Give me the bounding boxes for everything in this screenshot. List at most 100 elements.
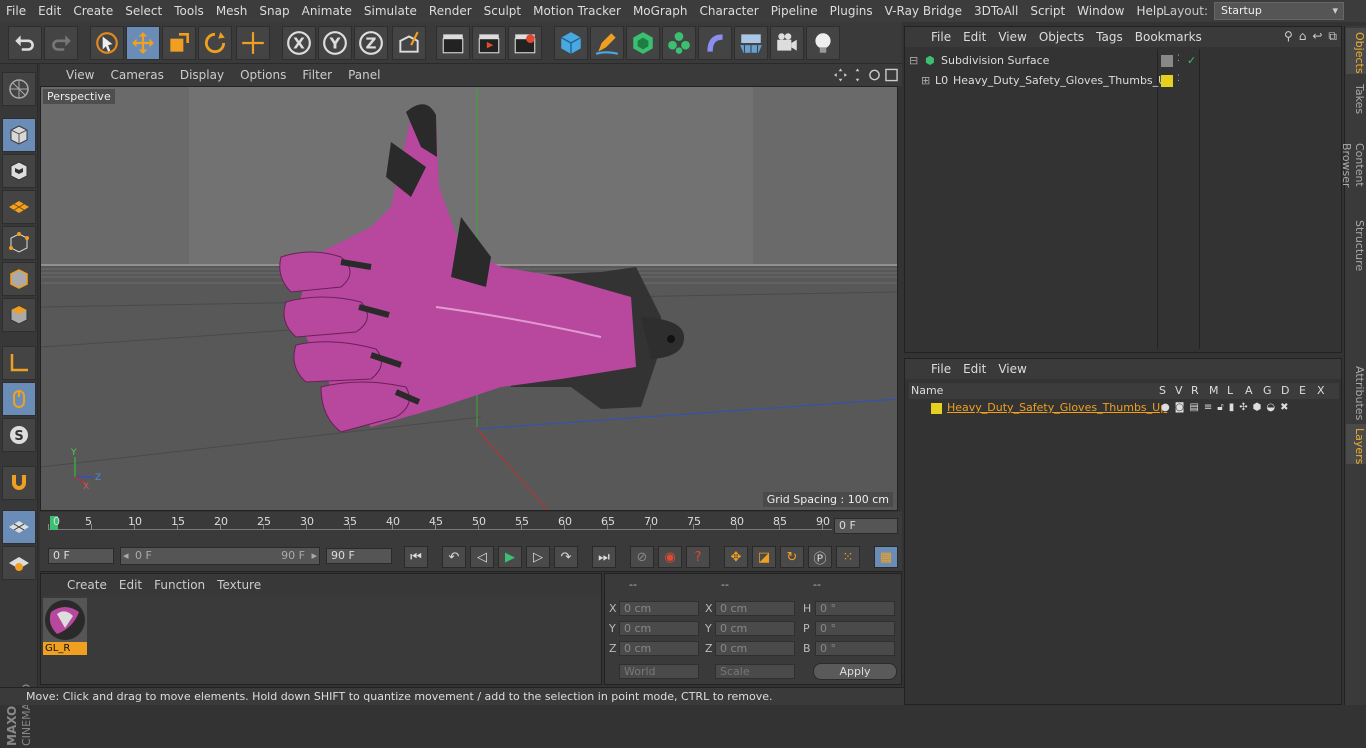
make-editable-button[interactable] xyxy=(2,72,36,106)
object-menu-view[interactable]: View xyxy=(992,30,1032,44)
generator-toggle-icon[interactable]: ✣ xyxy=(1239,399,1247,417)
layer-column-e[interactable]: E xyxy=(1299,384,1306,397)
home-icon[interactable]: ⌂ xyxy=(1299,29,1307,44)
tab-layers[interactable]: Layers xyxy=(1346,424,1366,464)
lock-workplane-button[interactable] xyxy=(2,510,36,544)
layer-menu-view[interactable]: View xyxy=(992,362,1032,376)
menu-mograph[interactable]: MoGraph xyxy=(627,0,694,22)
animation-toggle-icon[interactable]: ▮ xyxy=(1229,399,1235,417)
start-frame-field[interactable]: 0 F xyxy=(48,548,114,564)
size-mode-dropdown[interactable]: Scale xyxy=(715,664,795,679)
layer-column-s[interactable]: S xyxy=(1159,384,1166,397)
material-swatch[interactable]: GL_R xyxy=(43,598,87,656)
layer-row[interactable]: Heavy_Duty_Safety_Gloves_Thumbs_Up ● ◙ ▤… xyxy=(905,399,1341,417)
play-button[interactable]: ▶ xyxy=(498,546,522,568)
collapse-icon[interactable]: ⊟ xyxy=(909,52,918,70)
y-axis-button[interactable]: Y xyxy=(318,26,352,60)
menu-file[interactable]: File xyxy=(0,0,32,22)
redo-button[interactable] xyxy=(44,26,78,60)
visibility-dots-icon[interactable]: ⁚ xyxy=(1177,50,1180,68)
menu-pipeline[interactable]: Pipeline xyxy=(765,0,824,22)
enabled-check-icon[interactable]: ✓ xyxy=(1187,52,1196,70)
object-name[interactable]: Heavy_Duty_Safety_Gloves_Thumbs_Up xyxy=(953,72,1173,90)
edges-mode-button[interactable] xyxy=(2,262,36,296)
polygons-mode-button[interactable] xyxy=(2,298,36,332)
layer-menu-edit[interactable]: Edit xyxy=(957,362,992,376)
pos-y-field[interactable]: 0 cm xyxy=(619,621,699,636)
menu-create[interactable]: Create xyxy=(67,0,119,22)
key-parameter-button[interactable]: Ⓟ xyxy=(808,546,832,568)
rot-b-field[interactable]: 0 ° xyxy=(815,641,895,656)
object-menu-tags[interactable]: Tags xyxy=(1090,30,1129,44)
tab-objects[interactable]: Objects xyxy=(1346,28,1366,74)
model-mode-button[interactable] xyxy=(2,118,36,152)
tab-structure[interactable]: Structure xyxy=(1346,216,1366,272)
snap-button[interactable]: S xyxy=(2,418,36,452)
object-row-subdivision[interactable]: ⊟ ⬢ Subdivision Surface ⁚ ✓ xyxy=(905,52,1341,70)
layer-column-g[interactable]: G xyxy=(1263,384,1272,397)
layer-column-r[interactable]: R xyxy=(1191,384,1199,397)
menu-3dtoall[interactable]: 3DToAll xyxy=(968,0,1024,22)
viewport-menu-panel[interactable]: Panel xyxy=(340,68,388,82)
new-window-icon[interactable]: ⧉ xyxy=(1328,29,1337,44)
key-rotation-button[interactable]: ↻ xyxy=(780,546,804,568)
key-scale-button[interactable]: ◪ xyxy=(752,546,776,568)
timeline-window-button[interactable]: ▦ xyxy=(874,546,898,568)
pos-z-field[interactable]: 0 cm xyxy=(619,641,699,656)
zoom-view-icon[interactable] xyxy=(851,68,864,82)
layer-color-icon[interactable] xyxy=(931,403,942,414)
object-menu-edit[interactable]: Edit xyxy=(957,30,992,44)
end-frame-field[interactable]: 90 F xyxy=(326,548,392,564)
menu-tools[interactable]: Tools xyxy=(168,0,210,22)
menu-motion-tracker[interactable]: Motion Tracker xyxy=(527,0,627,22)
material-menu-function[interactable]: Function xyxy=(148,578,211,592)
size-x-field[interactable]: 0 cm xyxy=(715,601,795,616)
add-cube-button[interactable] xyxy=(554,26,588,60)
size-z-field[interactable]: 0 cm xyxy=(715,641,795,656)
render-toggle-icon[interactable]: ▤ xyxy=(1189,399,1198,417)
pos-x-field[interactable]: 0 cm xyxy=(619,601,699,616)
layer-menu-file[interactable]: File xyxy=(925,362,957,376)
autokeying-button[interactable]: ◉ xyxy=(658,546,682,568)
tab-content-browser[interactable]: Content Browser xyxy=(1340,122,1366,208)
next-key-button[interactable]: ↷ xyxy=(554,546,578,568)
expression-toggle-icon[interactable]: ◒ xyxy=(1266,399,1275,417)
manager-toggle-icon[interactable]: ≡ xyxy=(1204,399,1212,417)
menu-plugins[interactable]: Plugins xyxy=(824,0,879,22)
layer-color-icon[interactable] xyxy=(1161,75,1173,87)
viewport-camera-label[interactable]: Perspective xyxy=(43,89,115,104)
layer-column-x[interactable]: X xyxy=(1317,384,1325,397)
visible-eye-icon[interactable]: ◙ xyxy=(1175,399,1185,417)
recent-tool-button[interactable] xyxy=(236,26,270,60)
pen-tool-button[interactable] xyxy=(590,26,624,60)
workplane-mode-button[interactable] xyxy=(2,190,36,224)
object-menu-file[interactable]: File xyxy=(925,30,957,44)
layout-dropdown[interactable]: Startup xyxy=(1214,2,1344,20)
points-mode-button[interactable] xyxy=(2,226,36,260)
menu-character[interactable]: Character xyxy=(693,0,764,22)
layer-column-v[interactable]: V xyxy=(1175,384,1183,397)
viewport-menu-options[interactable]: Options xyxy=(232,68,294,82)
object-name[interactable]: Subdivision Surface xyxy=(941,52,1049,70)
material-name[interactable]: GL_R xyxy=(43,642,87,655)
subdivision-button[interactable] xyxy=(626,26,660,60)
current-frame-field[interactable]: 0 F xyxy=(834,518,898,534)
previous-frame-button[interactable]: ◁ xyxy=(470,546,494,568)
move-tool-button[interactable] xyxy=(126,26,160,60)
material-menu-edit[interactable]: Edit xyxy=(113,578,148,592)
texture-mode-button[interactable] xyxy=(2,154,36,188)
layout-selector[interactable]: Layout: Startup xyxy=(1163,2,1344,20)
deformer-button[interactable] xyxy=(698,26,732,60)
object-row-glove[interactable]: ⊞ L0 Heavy_Duty_Safety_Gloves_Thumbs_Up … xyxy=(905,72,1341,90)
floor-button[interactable] xyxy=(734,26,768,60)
viewport-menu-display[interactable]: Display xyxy=(172,68,232,82)
search-icon[interactable]: ⚲ xyxy=(1284,29,1293,44)
menu-v-ray-bridge[interactable]: V-Ray Bridge xyxy=(879,0,968,22)
keyframe-selection-button[interactable]: ? xyxy=(686,546,710,568)
rot-h-field[interactable]: 0 ° xyxy=(815,601,895,616)
render-settings-button[interactable] xyxy=(508,26,542,60)
deformer-toggle-icon[interactable]: ⬢ xyxy=(1253,399,1262,417)
object-menu-objects[interactable]: Objects xyxy=(1033,30,1090,44)
layer-column-name[interactable]: Name xyxy=(911,384,943,397)
rot-p-field[interactable]: 0 ° xyxy=(815,621,895,636)
